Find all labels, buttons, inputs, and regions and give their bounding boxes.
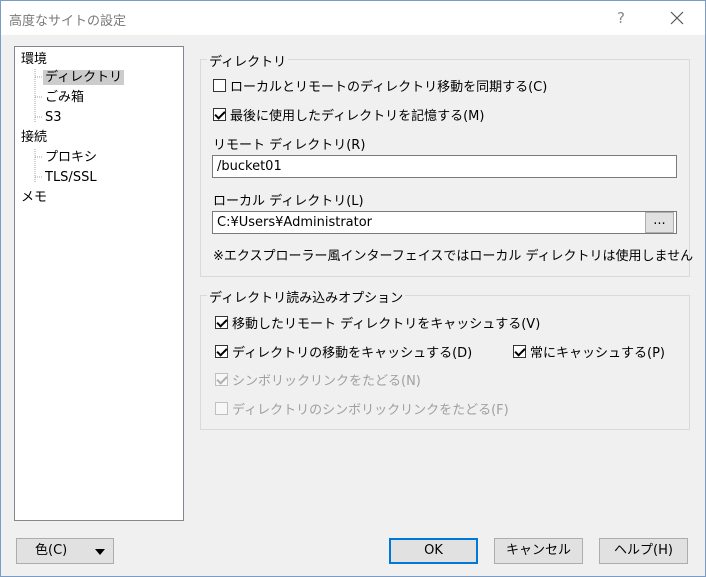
tree-item-memo[interactable]: メモ: [21, 189, 47, 207]
directory-group-title: ディレクトリ: [207, 51, 289, 70]
cache-remote-box[interactable]: [215, 315, 228, 329]
tree-item-label: 接続: [21, 130, 48, 145]
follow-dir-symlinks-label: ディレクトリのシンボリックリンクをたどる(F): [232, 402, 509, 418]
tree-item-proxy[interactable]: プロキシ: [45, 149, 97, 167]
tree-item-directory[interactable]: ディレクトリ: [43, 69, 125, 87]
close-icon: [670, 11, 684, 25]
advanced-site-settings-dialog: 高度なサイトの設定 ? 環境 ディレクトリ ごみ箱 S3 接続 プロキシ TLS…: [0, 0, 706, 577]
remember-directory-label: 最後に使用したディレクトリを記憶する(M): [230, 108, 485, 124]
sync-directories-label: ローカルとリモートのディレクトリ移動を同期する(C): [230, 79, 548, 95]
tree-item-label: ごみ箱: [45, 90, 85, 105]
tree-item-connection[interactable]: 接続: [21, 129, 47, 147]
follow-symlinks-box[interactable]: [215, 372, 228, 386]
tree-item-label: 環境: [21, 52, 48, 67]
follow-dir-symlinks-checkbox[interactable]: ディレクトリのシンボリックリンクをたどる(F): [215, 399, 509, 418]
window-title: 高度なサイトの設定: [9, 14, 127, 29]
tree-item-label: TLS/SSL: [45, 170, 97, 185]
color-button-label: 色(C): [35, 543, 68, 558]
cache-remote-label: 移動したリモート ディレクトリをキャッシュする(V): [232, 316, 541, 332]
tree-item-s3[interactable]: S3: [45, 109, 62, 127]
tree-item-environment[interactable]: 環境: [21, 51, 47, 69]
browse-button[interactable]: ...: [645, 212, 674, 233]
local-directory-label: ローカル ディレクトリ(L): [213, 194, 364, 209]
close-button[interactable]: [657, 4, 697, 32]
local-directory-value: C:¥Users¥Administrator: [217, 215, 373, 230]
title-bar: 高度なサイトの設定 ?: [1, 1, 705, 35]
help-footer-button[interactable]: ヘルプ(H): [599, 538, 688, 564]
always-cache-checkbox[interactable]: 常にキャッシュする(P): [513, 342, 665, 361]
tree-item-trash[interactable]: ごみ箱: [45, 89, 84, 107]
read-options-group: ディレクトリ読み込みオプション 移動したリモート ディレクトリをキャッシュする(…: [200, 287, 690, 430]
tree-item-label: ディレクトリ: [43, 70, 125, 85]
read-options-group-title: ディレクトリ読み込みオプション: [207, 287, 406, 306]
tree-item-tls-ssl[interactable]: TLS/SSL: [45, 169, 97, 187]
sync-directories-checkbox[interactable]: ローカルとリモートのディレクトリ移動を同期する(C): [213, 76, 548, 95]
settings-tree[interactable]: 環境 ディレクトリ ごみ箱 S3 接続 プロキシ TLS/SSL メモ: [14, 46, 184, 521]
cache-move-label: ディレクトリの移動をキャッシュする(D): [232, 345, 473, 361]
follow-dir-symlinks-box[interactable]: [215, 401, 228, 415]
remote-directory-input[interactable]: /bucket01: [212, 155, 677, 178]
remember-directory-box[interactable]: [213, 107, 226, 121]
remember-directory-checkbox[interactable]: 最後に使用したディレクトリを記憶する(M): [213, 105, 485, 124]
cache-move-checkbox[interactable]: ディレクトリの移動をキャッシュする(D): [215, 342, 473, 361]
directory-group: ディレクトリ ローカルとリモートのディレクトリ移動を同期する(C) 最後に使用し…: [200, 51, 694, 277]
always-cache-box[interactable]: [513, 344, 526, 358]
cancel-button[interactable]: キャンセル: [494, 538, 583, 564]
tree-item-label: S3: [45, 110, 62, 125]
tree-item-label: メモ: [21, 190, 48, 205]
cache-move-box[interactable]: [215, 344, 228, 358]
dropdown-arrow-icon: [95, 549, 105, 555]
follow-symlinks-label: シンボリックリンクをたどる(N): [232, 373, 421, 389]
remote-directory-label: リモート ディレクトリ(R): [213, 138, 366, 153]
always-cache-label: 常にキャッシュする(P): [530, 345, 665, 361]
cache-remote-checkbox[interactable]: 移動したリモート ディレクトリをキャッシュする(V): [215, 313, 541, 332]
follow-symlinks-checkbox[interactable]: シンボリックリンクをたどる(N): [215, 370, 421, 389]
ok-button[interactable]: OK: [389, 538, 478, 564]
tree-item-label: プロキシ: [45, 150, 98, 165]
local-directory-input[interactable]: C:¥Users¥Administrator: [212, 211, 677, 234]
color-button[interactable]: 色(C): [16, 538, 114, 564]
help-button[interactable]: ?: [609, 7, 633, 29]
sync-directories-box[interactable]: [213, 78, 226, 92]
local-directory-note: ※エクスプローラー風インターフェイスではローカル ディレクトリは使用しません: [213, 249, 694, 264]
